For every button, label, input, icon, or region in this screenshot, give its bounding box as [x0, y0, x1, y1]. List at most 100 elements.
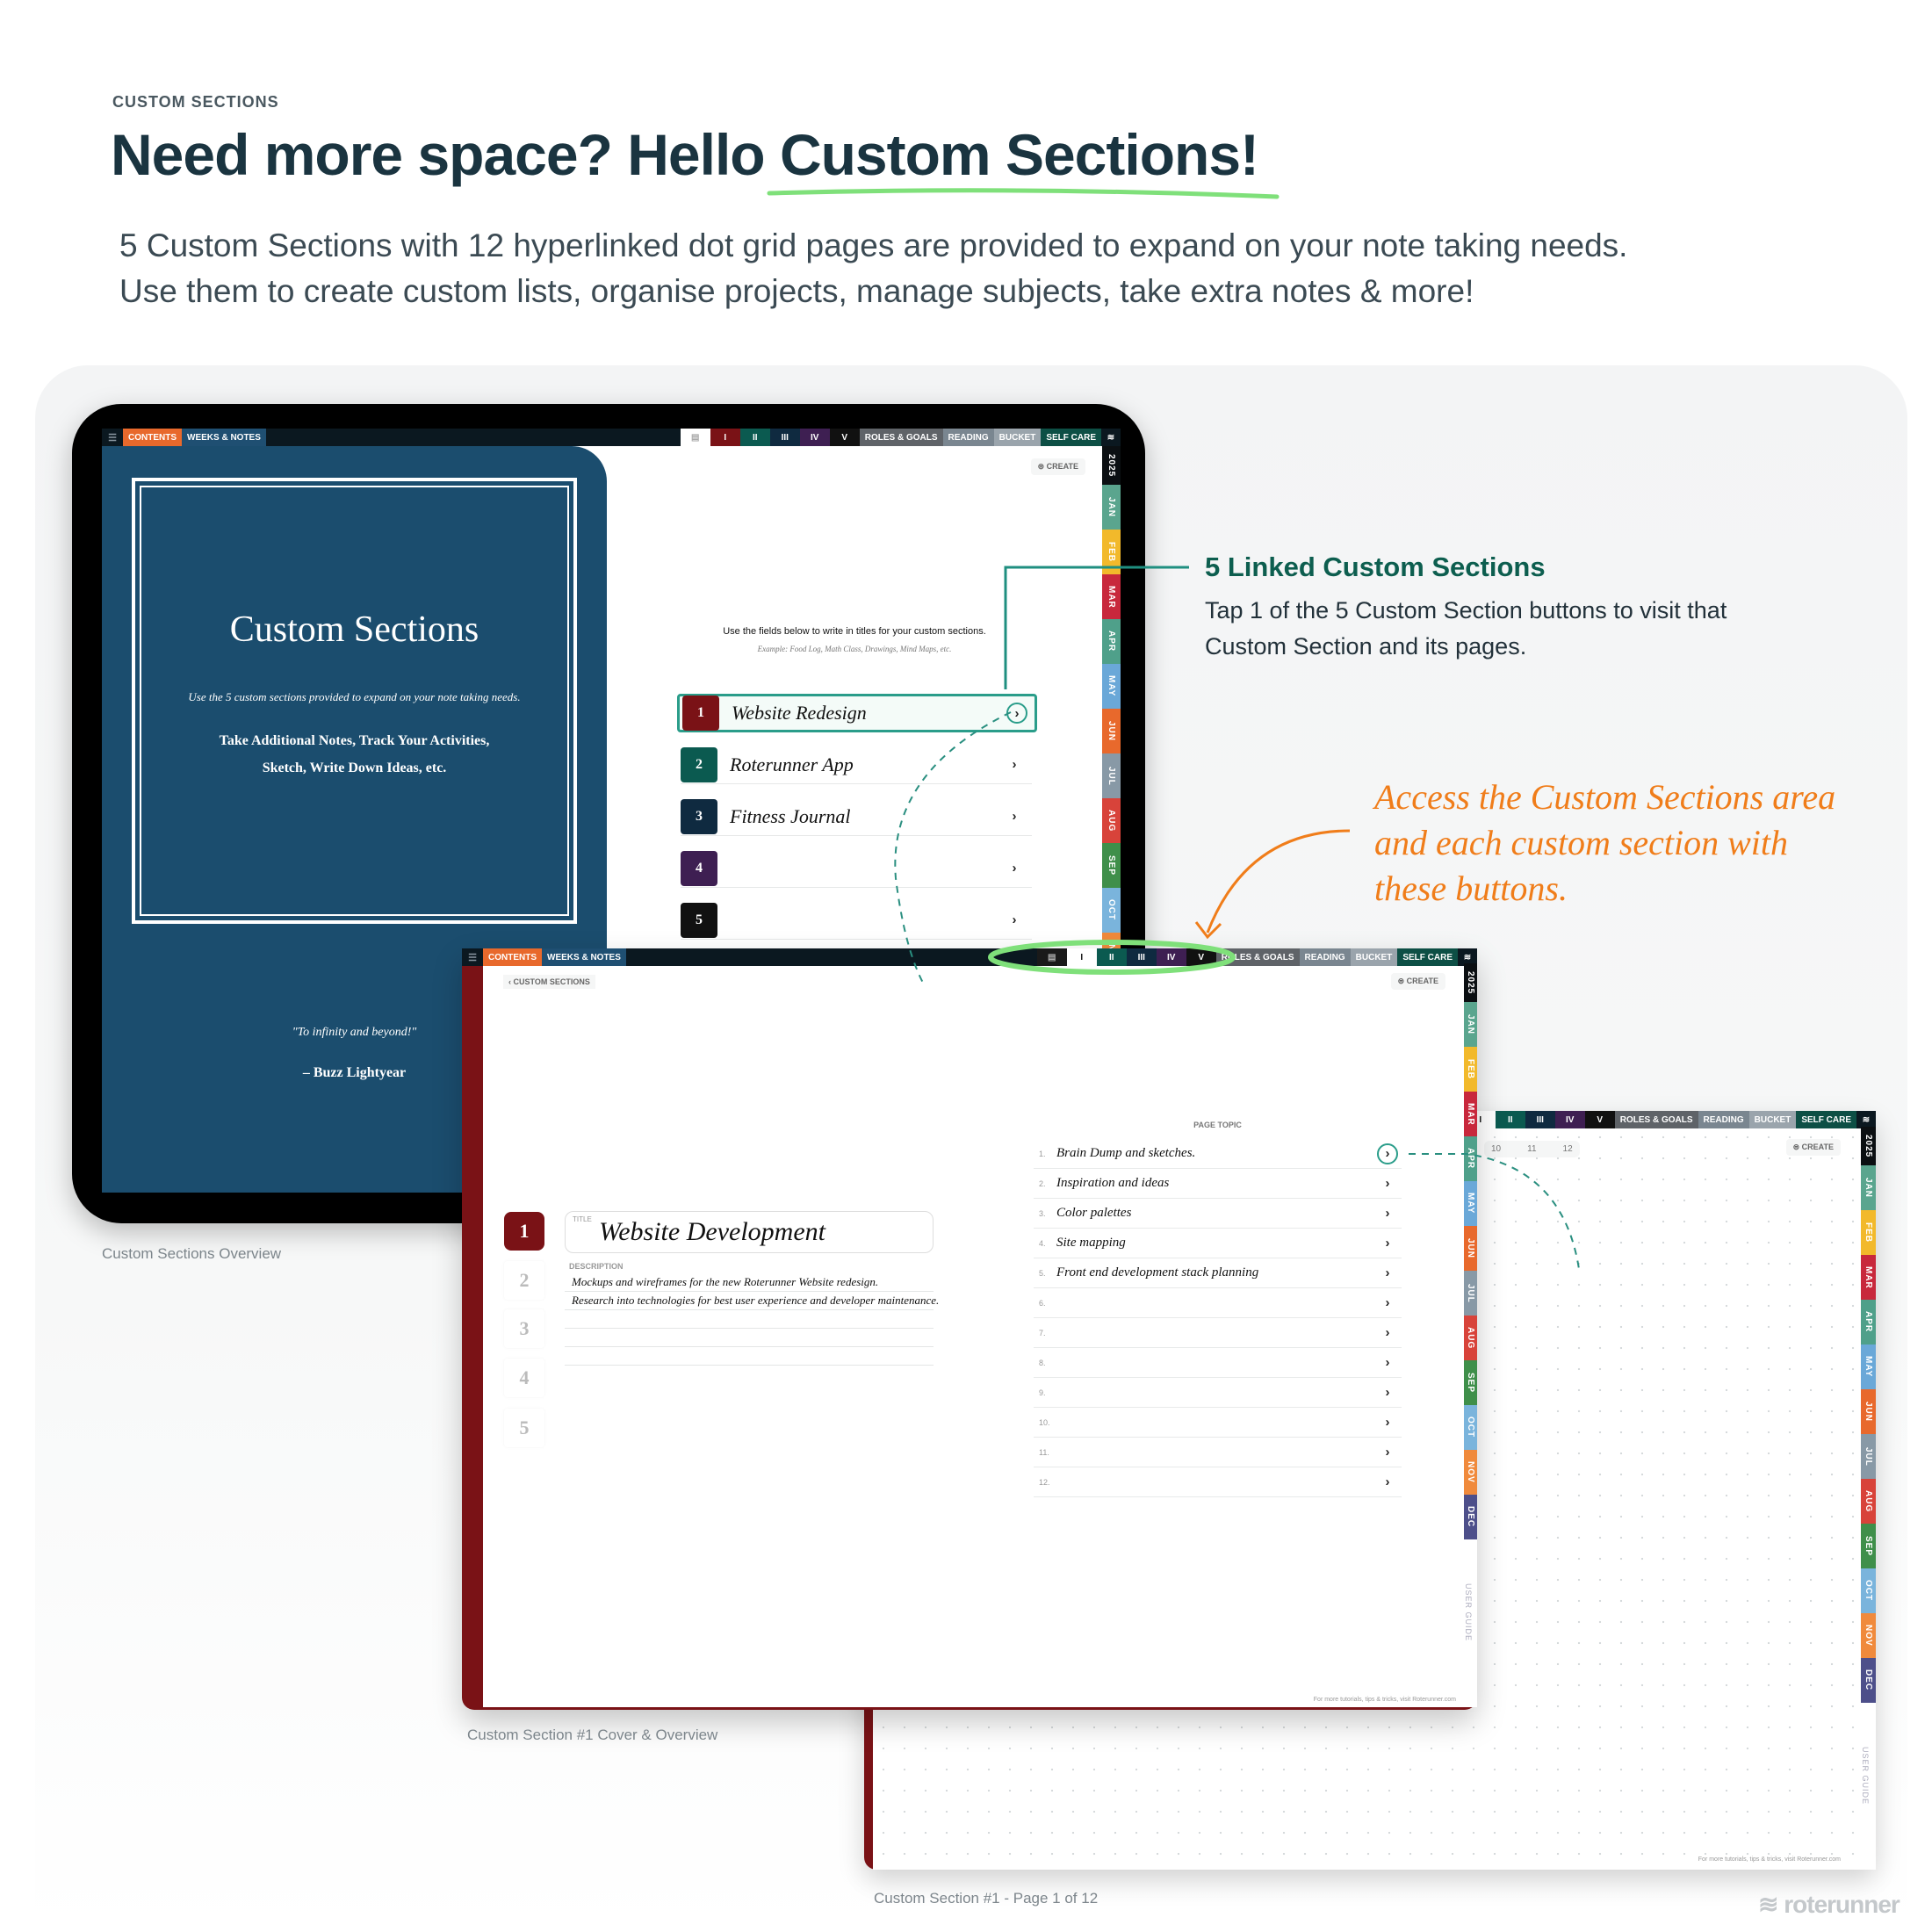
- tab-v[interactable]: V: [1186, 948, 1216, 966]
- month-tab-mar[interactable]: MAR: [1861, 1255, 1876, 1300]
- chevron-right-icon[interactable]: ›: [1006, 703, 1027, 724]
- tab-iv[interactable]: IV: [799, 429, 830, 446]
- create-button[interactable]: ⊜ CREATE: [1785, 1139, 1841, 1156]
- month-tab-jul[interactable]: JUL: [1861, 1434, 1876, 1479]
- pager-item[interactable]: 10: [1491, 1144, 1501, 1154]
- month-tab-feb[interactable]: FEB: [1102, 530, 1121, 574]
- roterunner-logo-icon[interactable]: ≋: [1856, 1111, 1876, 1128]
- tab-iv[interactable]: IV: [1156, 948, 1186, 966]
- month-tab-apr[interactable]: APR: [1861, 1300, 1876, 1344]
- month-tab-sep[interactable]: SEP: [1861, 1524, 1876, 1568]
- month-tab-jan[interactable]: JAN: [1102, 485, 1121, 530]
- month-tab-jun[interactable]: JUN: [1102, 709, 1121, 753]
- pager-item[interactable]: 11: [1527, 1144, 1536, 1154]
- month-tab-may[interactable]: MAY: [1102, 664, 1121, 709]
- chevron-right-icon[interactable]: ›: [1377, 1173, 1398, 1194]
- chevron-right-icon[interactable]: ›: [1377, 1352, 1398, 1373]
- month-tab-dec[interactable]: DEC: [1861, 1658, 1876, 1703]
- menu-icon[interactable]: ☰: [102, 429, 123, 446]
- tab-roles-goals[interactable]: ROLES & GOALS: [1215, 948, 1300, 966]
- month-tab-oct[interactable]: OCT: [1464, 1405, 1477, 1450]
- month-tab-jan[interactable]: JAN: [1464, 1002, 1477, 1047]
- month-tab-jul[interactable]: JUL: [1102, 753, 1121, 798]
- month-tab-oct[interactable]: OCT: [1861, 1568, 1876, 1613]
- custom-section-row[interactable]: 4 ›: [681, 849, 1032, 888]
- tab-reading[interactable]: READING: [1698, 1111, 1749, 1128]
- tab-reading[interactable]: READING: [1299, 948, 1351, 966]
- month-tab-apr[interactable]: APR: [1464, 1136, 1477, 1181]
- tab-iii[interactable]: III: [1126, 948, 1157, 966]
- tab-bucket[interactable]: BUCKET: [1748, 1111, 1797, 1128]
- custom-section-row[interactable]: 5 ›: [681, 901, 1032, 940]
- custom-section-row[interactable]: 1 Website Redesign ›: [677, 694, 1037, 732]
- tab-self-care[interactable]: SELF CARE: [1796, 1111, 1856, 1128]
- chevron-right-icon[interactable]: ›: [1004, 806, 1025, 827]
- chevron-right-icon[interactable]: ›: [1004, 754, 1025, 775]
- month-tab-oct[interactable]: OCT: [1102, 888, 1121, 933]
- page-topic-row[interactable]: 4. Site mapping ›: [1034, 1229, 1402, 1258]
- chevron-right-icon[interactable]: ›: [1377, 1382, 1398, 1403]
- page-topic-row[interactable]: 1. Brain Dump and sketches. ›: [1034, 1139, 1402, 1169]
- tab-contents[interactable]: CONTENTS: [123, 429, 182, 446]
- month-tab-may[interactable]: MAY: [1861, 1344, 1876, 1389]
- tab-contents[interactable]: CONTENTS: [483, 948, 542, 966]
- page-topic-row[interactable]: 11. ›: [1034, 1438, 1402, 1467]
- tab-roles-goals[interactable]: ROLES & GOALS: [859, 429, 943, 446]
- chevron-right-icon[interactable]: ›: [1004, 858, 1025, 879]
- tab-reading[interactable]: READING: [942, 429, 994, 446]
- section-number-button[interactable]: 3: [504, 1309, 544, 1348]
- page-topic-row[interactable]: 10. ›: [1034, 1408, 1402, 1438]
- tab-iii[interactable]: III: [1525, 1111, 1555, 1128]
- tab-roles-goals[interactable]: ROLES & GOALS: [1614, 1111, 1698, 1128]
- pager-item[interactable]: 12: [1563, 1144, 1573, 1154]
- custom-section-row[interactable]: 3 Fitness Journal ›: [681, 797, 1032, 836]
- overview-list-icon[interactable]: ▤: [680, 429, 710, 446]
- roterunner-logo-icon[interactable]: ≋: [1101, 429, 1121, 446]
- page-topic-row[interactable]: 7. ›: [1034, 1318, 1402, 1348]
- page-topic-row[interactable]: 12. ›: [1034, 1467, 1402, 1497]
- back-link[interactable]: ‹ CUSTOM SECTIONS: [503, 975, 595, 989]
- page-topic-row[interactable]: 2. Inspiration and ideas ›: [1034, 1169, 1402, 1199]
- tab-ii[interactable]: II: [1096, 948, 1127, 966]
- tab-v[interactable]: V: [1584, 1111, 1615, 1128]
- month-tab-mar[interactable]: MAR: [1102, 574, 1121, 619]
- tab-bucket[interactable]: BUCKET: [1350, 948, 1398, 966]
- tab-i[interactable]: I: [710, 429, 740, 446]
- tab-weeks-notes[interactable]: WEEKS & NOTES: [182, 429, 266, 446]
- chevron-right-icon[interactable]: ›: [1377, 1442, 1398, 1463]
- custom-section-row[interactable]: 2 Roterunner App ›: [681, 746, 1032, 784]
- chevron-right-icon[interactable]: ›: [1004, 910, 1025, 931]
- chevron-right-icon[interactable]: ›: [1377, 1143, 1398, 1164]
- overview-list-icon[interactable]: ▤: [1036, 948, 1067, 966]
- month-tab-jan[interactable]: JAN: [1861, 1165, 1876, 1210]
- chevron-right-icon[interactable]: ›: [1377, 1203, 1398, 1224]
- tab-iv[interactable]: IV: [1554, 1111, 1585, 1128]
- page-topic-row[interactable]: 3. Color palettes ›: [1034, 1199, 1402, 1229]
- chevron-right-icon[interactable]: ›: [1377, 1293, 1398, 1314]
- month-tab-2025[interactable]: 2025: [1102, 446, 1121, 485]
- month-tab-dec[interactable]: DEC: [1464, 1495, 1477, 1539]
- section-number-button[interactable]: 4: [504, 1359, 544, 1397]
- section-number-button[interactable]: 5: [504, 1409, 544, 1447]
- user-guide-tab[interactable]: USER GUIDE: [1861, 1703, 1876, 1870]
- chevron-right-icon[interactable]: ›: [1377, 1412, 1398, 1433]
- tab-weeks-notes[interactable]: WEEKS & NOTES: [542, 948, 626, 966]
- page-topic-row[interactable]: 9. ›: [1034, 1378, 1402, 1408]
- chevron-right-icon[interactable]: ›: [1377, 1263, 1398, 1284]
- create-button[interactable]: ⊜ CREATE: [1030, 458, 1085, 475]
- title-field[interactable]: TITLE Website Development: [565, 1211, 934, 1253]
- chevron-right-icon[interactable]: ›: [1377, 1323, 1398, 1344]
- tab-self-care[interactable]: SELF CARE: [1397, 948, 1458, 966]
- user-guide-tab[interactable]: USER GUIDE: [1464, 1539, 1477, 1707]
- menu-icon[interactable]: ☰: [462, 948, 483, 966]
- month-tab-aug[interactable]: AUG: [1464, 1316, 1477, 1360]
- tab-ii[interactable]: II: [739, 429, 770, 446]
- month-tab-aug[interactable]: AUG: [1102, 798, 1121, 843]
- tab-self-care[interactable]: SELF CARE: [1041, 429, 1101, 446]
- month-tab-feb[interactable]: FEB: [1464, 1047, 1477, 1092]
- month-tab-mar[interactable]: MAR: [1464, 1092, 1477, 1136]
- description-field[interactable]: Mockups and wireframes for the new Roter…: [565, 1273, 939, 1366]
- month-tab-2025[interactable]: 2025: [1861, 1127, 1876, 1165]
- tab-v[interactable]: V: [829, 429, 860, 446]
- month-tab-sep[interactable]: SEP: [1464, 1360, 1477, 1405]
